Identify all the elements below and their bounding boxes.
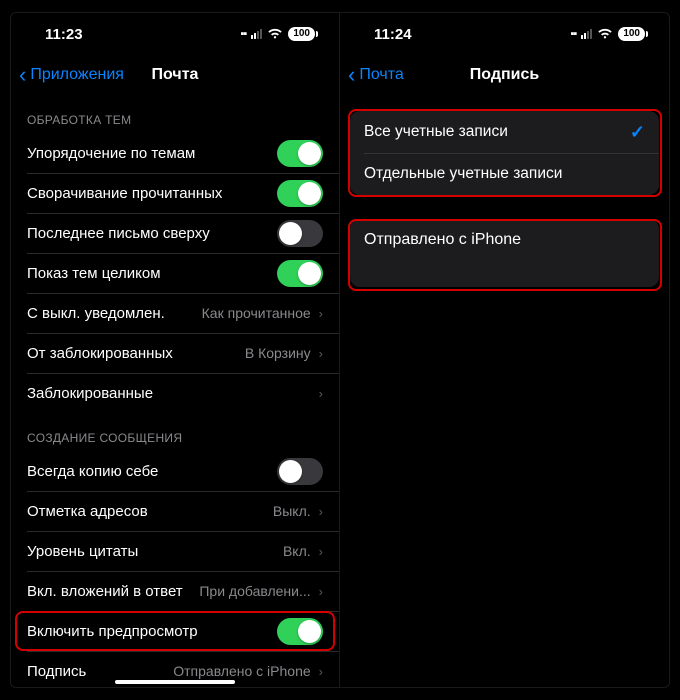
toggle-switch[interactable] <box>277 458 323 485</box>
row-value: При добавлени...› <box>199 583 323 599</box>
dual-sim-icon: ▪▪ <box>241 28 247 40</box>
chevron-right-icon: › <box>319 544 323 559</box>
settings-row[interactable]: С выкл. уведомлен. Как прочитанное› <box>11 293 339 333</box>
row-value: Как прочитанное› <box>202 305 323 321</box>
row-label: Последнее письмо сверху <box>27 225 216 242</box>
settings-row[interactable]: Упорядочение по темам <box>11 133 339 173</box>
section-header-threads: ОБРАБОТКА ТЕМ <box>11 95 339 133</box>
row-value: Вкл.› <box>283 543 323 559</box>
status-bar: 11:24 ▪▪ 100 <box>340 13 669 55</box>
row-label: Все учетные записи <box>364 123 508 141</box>
right-phone: 11:24 ▪▪ 100 ‹ Почта Подпись Все учетные… <box>340 13 669 687</box>
section-header-compose: СОЗДАНИЕ СООБЩЕНИЯ <box>11 413 339 451</box>
chevron-right-icon: › <box>319 664 323 679</box>
back-label: Почта <box>359 66 403 84</box>
account-scope-row[interactable]: Отдельные учетные записи <box>350 153 659 195</box>
cellular-icon <box>581 29 592 39</box>
settings-row[interactable]: Сворачивание прочитанных <box>11 173 339 213</box>
account-scope-row[interactable]: Все учетные записи ✓ <box>350 111 659 153</box>
toggle-switch[interactable] <box>277 260 323 287</box>
battery-icon: 100 <box>288 27 315 41</box>
toggle-switch[interactable] <box>277 180 323 207</box>
row-label: Подпись <box>27 663 92 680</box>
row-value: В Корзину› <box>245 345 323 361</box>
row-label: Показ тем целиком <box>27 265 167 282</box>
toggle-switch[interactable] <box>277 618 323 645</box>
row-value: Выкл.› <box>273 503 323 519</box>
back-button[interactable]: ‹ Приложения <box>11 64 124 86</box>
row-label: От заблокированных <box>27 345 179 362</box>
settings-row[interactable]: Заблокированные › <box>11 373 339 413</box>
dual-sim-icon: ▪▪ <box>571 28 577 40</box>
status-icons: ▪▪ 100 <box>241 27 316 41</box>
row-label: Всегда копию себе <box>27 463 164 480</box>
settings-row[interactable]: Последнее письмо сверху <box>11 213 339 253</box>
row-label: Заблокированные <box>27 385 159 402</box>
settings-row[interactable]: От заблокированных В Корзину› <box>11 333 339 373</box>
status-time: 11:23 <box>45 26 83 43</box>
status-time: 11:24 <box>374 26 412 43</box>
signature-editor[interactable]: Отправлено с iPhone <box>350 219 659 287</box>
chevron-right-icon: › <box>319 504 323 519</box>
wifi-icon <box>267 28 283 40</box>
settings-row[interactable]: Вкл. вложений в ответ При добавлени...› <box>11 571 339 611</box>
battery-icon: 100 <box>618 27 645 41</box>
row-label: Включить предпросмотр <box>27 623 204 640</box>
row-value: › <box>319 386 323 401</box>
toggle-switch[interactable] <box>277 220 323 247</box>
row-label: С выкл. уведомлен. <box>27 305 171 322</box>
cellular-icon <box>251 29 262 39</box>
wifi-icon <box>597 28 613 40</box>
home-indicator[interactable] <box>115 680 235 684</box>
nav-bar: ‹ Приложения Почта <box>11 55 339 95</box>
chevron-right-icon: › <box>319 306 323 321</box>
settings-row[interactable]: Всегда копию себе <box>11 451 339 491</box>
row-label: Уровень цитаты <box>27 543 144 560</box>
left-phone: 11:23 ▪▪ 100 ‹ Приложения Почта ОБРАБОТК… <box>11 13 340 687</box>
status-bar: 11:23 ▪▪ 100 <box>11 13 339 55</box>
signature-text: Отправлено с iPhone <box>364 231 521 248</box>
status-icons: ▪▪ 100 <box>571 27 646 41</box>
chevron-left-icon: ‹ <box>348 64 355 86</box>
account-scope-group: Все учетные записи ✓ Отдельные учетные зап… <box>350 111 659 195</box>
back-button[interactable]: ‹ Почта <box>340 64 404 86</box>
settings-row[interactable]: Показ тем целиком <box>11 253 339 293</box>
toggle-switch[interactable] <box>277 140 323 167</box>
row-label: Отметка адресов <box>27 503 154 520</box>
back-label: Приложения <box>30 66 124 84</box>
check-icon: ✓ <box>630 122 645 143</box>
settings-row[interactable]: Уровень цитаты Вкл.› <box>11 531 339 571</box>
row-value: Отправлено с iPhone› <box>173 663 323 679</box>
settings-row[interactable]: Отметка адресов Выкл.› <box>11 491 339 531</box>
chevron-right-icon: › <box>319 346 323 361</box>
settings-row[interactable]: Включить предпросмотр <box>11 611 339 651</box>
row-label: Сворачивание прочитанных <box>27 185 228 202</box>
chevron-left-icon: ‹ <box>19 64 26 86</box>
nav-bar: ‹ Почта Подпись <box>340 55 669 95</box>
row-label: Отдельные учетные записи <box>364 165 562 183</box>
row-label: Вкл. вложений в ответ <box>27 583 189 600</box>
chevron-right-icon: › <box>319 584 323 599</box>
chevron-right-icon: › <box>319 386 323 401</box>
row-label: Упорядочение по темам <box>27 145 201 162</box>
